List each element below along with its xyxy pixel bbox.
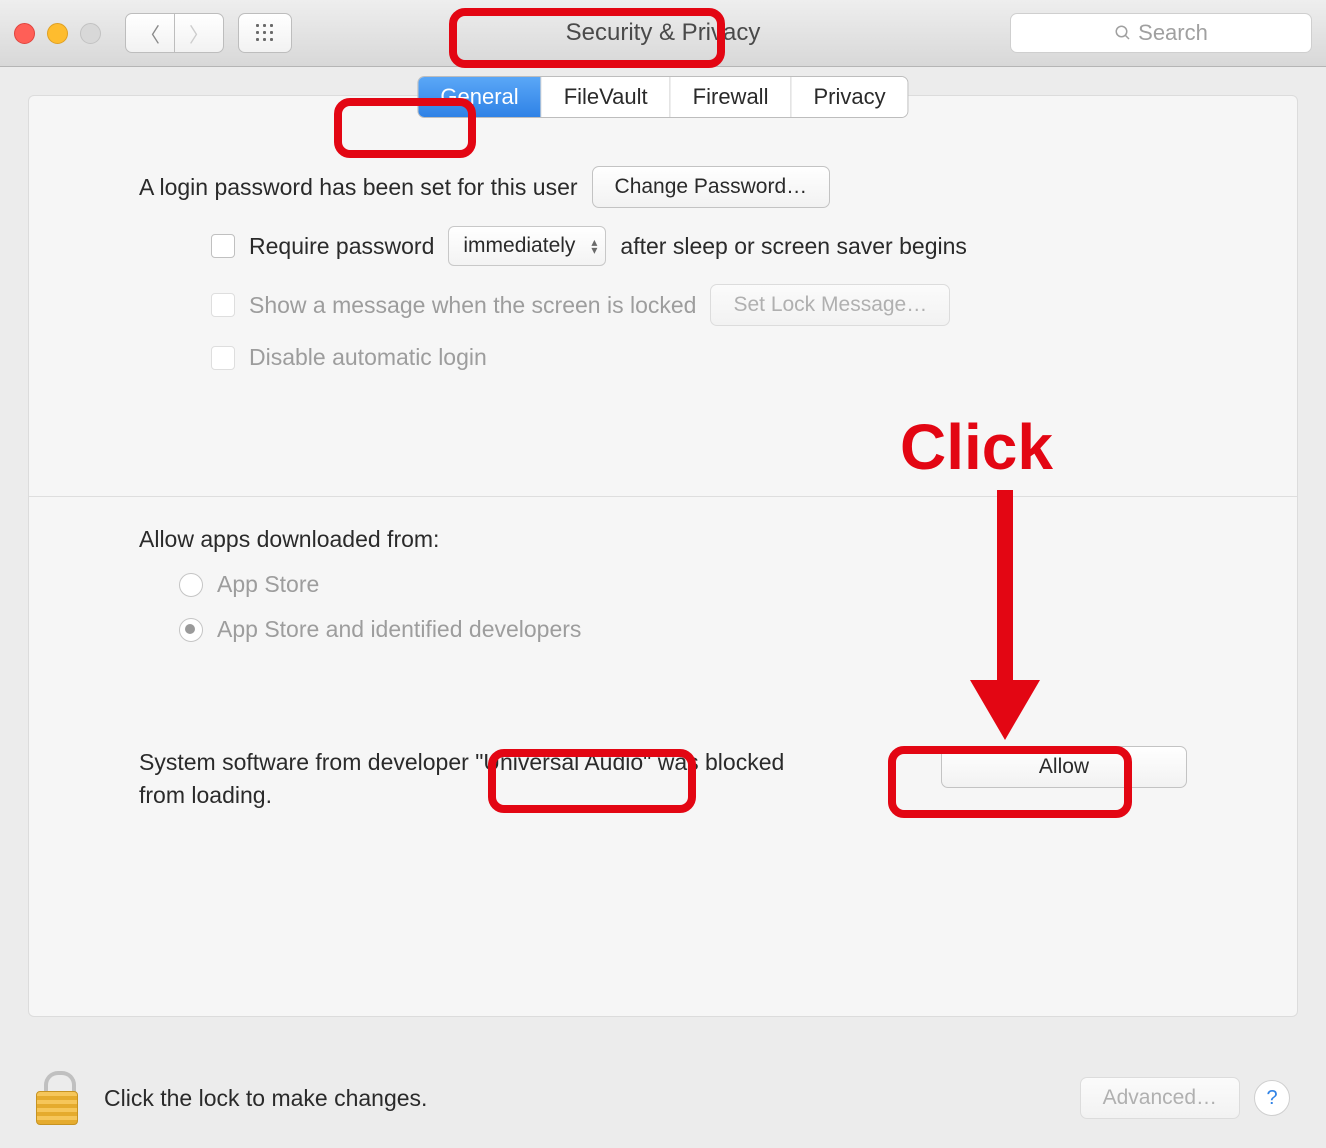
require-password-delay-select[interactable]: immediately ▴▾ <box>448 226 606 266</box>
set-lock-message-label: Set Lock Message… <box>733 293 927 317</box>
chevron-right-icon: 〉 <box>189 19 209 48</box>
allow-button[interactable]: Allow <box>941 746 1187 788</box>
require-password-checkbox[interactable] <box>211 234 235 258</box>
nav-buttons: 〈 〉 <box>125 13 224 53</box>
show-lock-message-checkbox <box>211 293 235 317</box>
tab-bar: General FileVault Firewall Privacy <box>417 76 908 118</box>
tab-firewall-label: Firewall <box>693 84 769 110</box>
lock-hint-text: Click the lock to make changes. <box>104 1085 427 1112</box>
zoom-window-icon <box>80 23 101 44</box>
lock-icon[interactable] <box>36 1071 80 1125</box>
help-icon: ? <box>1266 1087 1277 1110</box>
allow-identified-dev-radio <box>179 618 203 642</box>
tab-general[interactable]: General <box>418 77 541 117</box>
allow-apps-heading: Allow apps downloaded from: <box>139 526 439 553</box>
login-password-set-text: A login password has been set for this u… <box>139 174 578 201</box>
blocked-prefix: System software from developer <box>139 749 475 775</box>
disable-auto-login-checkbox <box>211 346 235 370</box>
annotation-click-label: Click <box>900 410 1053 484</box>
grid-icon <box>254 22 276 44</box>
advanced-button: Advanced… <box>1080 1077 1240 1119</box>
login-password-section: A login password has been set for this u… <box>139 166 1187 389</box>
require-password-suffix: after sleep or screen saver begins <box>620 233 966 260</box>
search-field[interactable]: Search <box>1010 13 1312 53</box>
blocked-software-text: System software from developer "Universa… <box>139 746 819 813</box>
tab-firewall[interactable]: Firewall <box>671 77 792 117</box>
chevron-left-icon: 〈 <box>140 19 160 48</box>
footer: Click the lock to make changes. Advanced… <box>0 1048 1326 1148</box>
allow-identified-dev-label: App Store and identified developers <box>217 616 581 643</box>
change-password-button[interactable]: Change Password… <box>592 166 831 208</box>
tab-general-label: General <box>440 84 518 110</box>
require-password-label: Require password <box>249 233 434 260</box>
advanced-button-label: Advanced… <box>1103 1086 1217 1110</box>
tab-privacy[interactable]: Privacy <box>791 77 907 117</box>
disable-auto-login-label: Disable automatic login <box>249 344 487 371</box>
allow-app-store-radio <box>179 573 203 597</box>
set-lock-message-button: Set Lock Message… <box>710 284 950 326</box>
help-button[interactable]: ? <box>1254 1080 1290 1116</box>
window-toolbar: 〈 〉 Security & Privacy Search <box>0 0 1326 67</box>
section-divider <box>29 496 1297 497</box>
require-password-delay-value: immediately <box>463 234 575 258</box>
allow-button-label: Allow <box>1039 755 1089 779</box>
show-all-prefs-button[interactable] <box>238 13 292 53</box>
blocked-software-section: System software from developer "Universa… <box>139 746 1187 813</box>
allow-app-store-label: App Store <box>217 571 319 598</box>
annotation-arrow-icon <box>960 490 1050 740</box>
window-controls <box>14 23 101 44</box>
tab-filevault[interactable]: FileVault <box>542 77 671 117</box>
forward-button: 〉 <box>175 13 224 53</box>
preferences-panel: General FileVault Firewall Privacy A log… <box>28 95 1298 1017</box>
close-window-icon[interactable] <box>14 23 35 44</box>
search-icon <box>1114 24 1132 42</box>
updown-caret-icon: ▴▾ <box>591 238 597 254</box>
window-title: Security & Privacy <box>550 15 777 51</box>
minimize-window-icon[interactable] <box>47 23 68 44</box>
back-button[interactable]: 〈 <box>125 13 175 53</box>
search-placeholder: Search <box>1138 20 1208 46</box>
show-lock-message-label: Show a message when the screen is locked <box>249 292 696 319</box>
tab-privacy-label: Privacy <box>813 84 885 110</box>
tab-filevault-label: FileVault <box>564 84 648 110</box>
change-password-label: Change Password… <box>615 175 808 199</box>
blocked-developer: "Universal Audio" <box>475 749 651 775</box>
